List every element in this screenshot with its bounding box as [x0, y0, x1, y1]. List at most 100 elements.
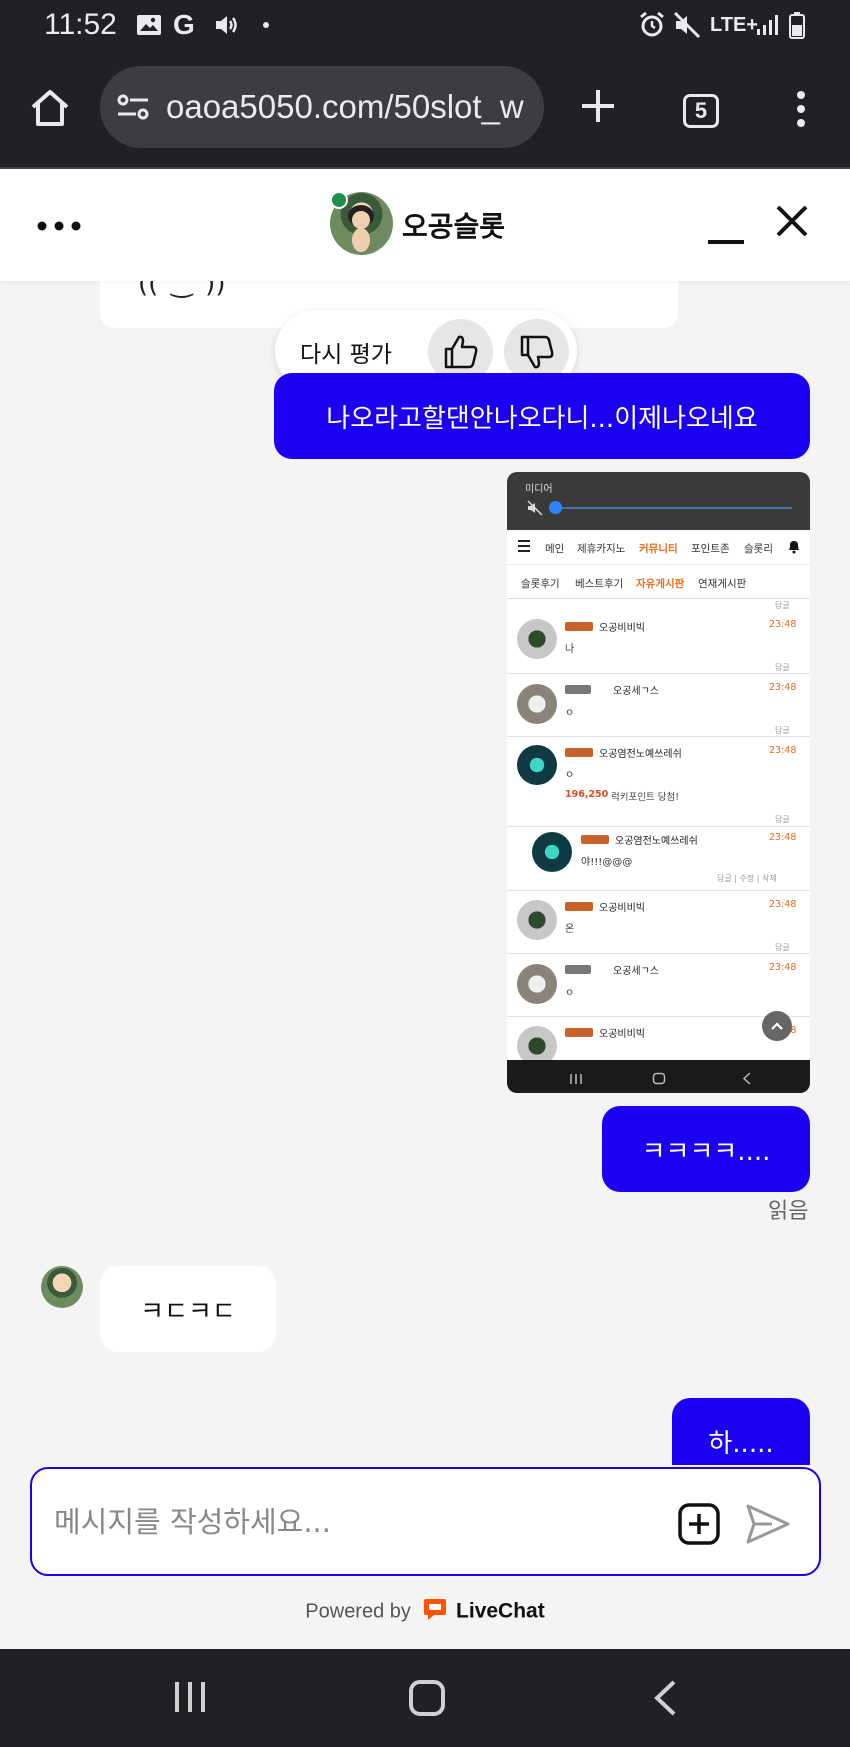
signal-icon [755, 10, 781, 40]
level-badge [565, 1028, 593, 1037]
tab-switcher-button[interactable]: 5 [683, 94, 719, 128]
attach-file-button[interactable] [677, 1502, 721, 1546]
nav-serial-board: 연재게시판 [698, 578, 747, 590]
level-badge [581, 835, 609, 844]
message-composer [30, 1467, 821, 1576]
home-icon[interactable] [28, 86, 72, 134]
minimize-icon[interactable] [706, 231, 746, 250]
comment-row: 오공비비빅 23:48 나 답글 [507, 610, 810, 674]
livechat-logo-icon [416, 1596, 450, 1628]
comment-reply-link: 답글 [775, 726, 790, 735]
comment-time: 23:48 [769, 899, 797, 910]
nav-slot: 슬롯리 [744, 543, 773, 555]
comment-body: ㅇ [565, 770, 575, 781]
comment-body: ㅇ [565, 708, 575, 719]
livechat-brand: LiveChat [456, 1599, 545, 1623]
level-badge [565, 902, 593, 911]
recents-icon [569, 1070, 583, 1089]
more-menu-icon[interactable] [786, 89, 816, 133]
level-badge [565, 622, 593, 631]
nav-free-board: 자유게시판 [636, 578, 685, 590]
media-player-bar: 미디어 [507, 472, 810, 530]
comment-body: ㅇ [565, 988, 575, 999]
level-badge [565, 965, 591, 974]
nav-point-zone: 포인트존 [691, 543, 730, 555]
battery-icon [788, 10, 806, 40]
comment-reply-link: 답글 [775, 943, 790, 952]
site-sub-nav: 슬롯후기 베스트후기 자유게시판 연재게시판 [507, 565, 810, 599]
comment-body: 야!!!@@@ [581, 857, 633, 868]
commenter-name: 오공비비빅 [599, 1029, 645, 1040]
address-bar[interactable]: oaoa5050.com/50slot_w [100, 66, 544, 148]
alarm-icon [638, 10, 666, 40]
new-tab-icon[interactable] [578, 86, 618, 130]
phone-nav-bar [507, 1060, 810, 1093]
commenter-name: 오공비비빅 [599, 903, 645, 914]
comment-row: 오공염전노예쓰레쉬 23:48 ㅇ 196,250 럭키포인트 당첨! 답글 [507, 737, 810, 827]
url-text: oaoa5050.com/50slot_w [166, 88, 524, 125]
google-icon: G [173, 9, 195, 40]
add-attachment-icon [678, 1503, 720, 1545]
back-button-icon[interactable] [652, 1679, 678, 1721]
status-bar: 11:52 G LTE+ [0, 0, 850, 54]
card-emoticon: ((´‿`)) [138, 281, 226, 299]
media-progress-knob [549, 501, 562, 514]
commenter-name: 오공염전노예쓰레쉬 [599, 749, 682, 760]
commenter-name: 오공세ㄱ스 [613, 686, 659, 697]
agent-name: 오공슬롯 [402, 210, 506, 243]
nav-community: 커뮤니티 [639, 543, 678, 555]
options-menu-icon[interactable] [36, 217, 82, 236]
online-status-indicator [330, 191, 348, 209]
commenter-avatar [517, 900, 557, 940]
chat-header: 오공슬롯 [0, 169, 850, 281]
comment-time: 23:48 [769, 619, 797, 630]
commenter-name: 오공염전노예쓰레쉬 [615, 836, 698, 847]
browser-toolbar: oaoa5050.com/50slot_w 5 [0, 54, 850, 167]
volume-icon [214, 10, 240, 40]
status-time: 11:52 [44, 8, 117, 41]
lucky-points-value: 196,250 [565, 789, 609, 800]
send-icon [746, 1504, 790, 1544]
comment-reply-link: 답글 [775, 663, 790, 672]
outgoing-message: ㅋㅋㅋㅋ.... [602, 1106, 810, 1192]
outgoing-message: 나오라고할댄안나오다니...이제나오네요 [274, 373, 810, 459]
comment-row: 오공세ㄱ스 23:48 ㅇ [507, 954, 810, 1017]
powered-by-footer[interactable]: Powered by LiveChat [0, 1596, 850, 1628]
agent-avatar-small [41, 1266, 83, 1308]
comment-row: 오공비비빅 23:48 온 답글 [507, 891, 810, 954]
send-button[interactable] [744, 1500, 792, 1548]
gallery-icon [136, 10, 162, 40]
comment-time: 23:48 [769, 962, 797, 973]
home-button-icon[interactable] [408, 1679, 446, 1721]
level-badge [565, 748, 593, 757]
incoming-message: ㅋㄷㅋㄷ [100, 1266, 276, 1352]
comment-actions: 답글 | 수정 | 삭제 [717, 874, 777, 883]
chat-transcript[interactable]: ((´‿`)) 다시 평가 나오라고할댄안나오다니...이제나오네요 미디어 메… [0, 281, 850, 1465]
commenter-name: 오공비비빅 [599, 623, 645, 634]
comment-row: 오공세ㄱ스 23:48 ㅇ 답글 [507, 674, 810, 737]
dot-icon [262, 10, 270, 40]
comment-time: 23:48 [769, 832, 797, 843]
nav-main: 메인 [545, 543, 565, 555]
comment-reply-row: 오공염전노예쓰레쉬 23:48 야!!!@@@ 답글 | 수정 | 삭제 [507, 827, 810, 891]
powered-by-text: Powered by [305, 1600, 411, 1623]
home-icon [652, 1070, 666, 1089]
nav-slot-review: 슬롯후기 [521, 578, 560, 590]
commenter-name: 오공세ㄱ스 [613, 966, 659, 977]
commenter-avatar [532, 832, 572, 872]
network-label: LTE+ [710, 13, 758, 36]
lucky-points-text: 럭키포인트 당첨! [611, 792, 680, 803]
recent-apps-icon[interactable] [173, 1679, 207, 1719]
site-settings-icon[interactable] [116, 92, 150, 126]
mute-icon [673, 10, 701, 40]
message-input[interactable] [54, 1494, 644, 1550]
scroll-top-icon [762, 1011, 792, 1041]
nav-best-review: 베스트후기 [575, 578, 624, 590]
hamburger-icon [517, 539, 531, 556]
close-icon[interactable] [774, 203, 810, 243]
media-progress-track [552, 507, 792, 509]
back-icon [742, 1070, 752, 1089]
thumbs-up-icon [444, 335, 477, 368]
shared-screenshot-image[interactable]: 미디어 메인 제휴카지노 커뮤니티 포인트존 슬롯리 슬롯후기 베스트후기 자유… [507, 472, 810, 1093]
level-badge [565, 685, 591, 694]
